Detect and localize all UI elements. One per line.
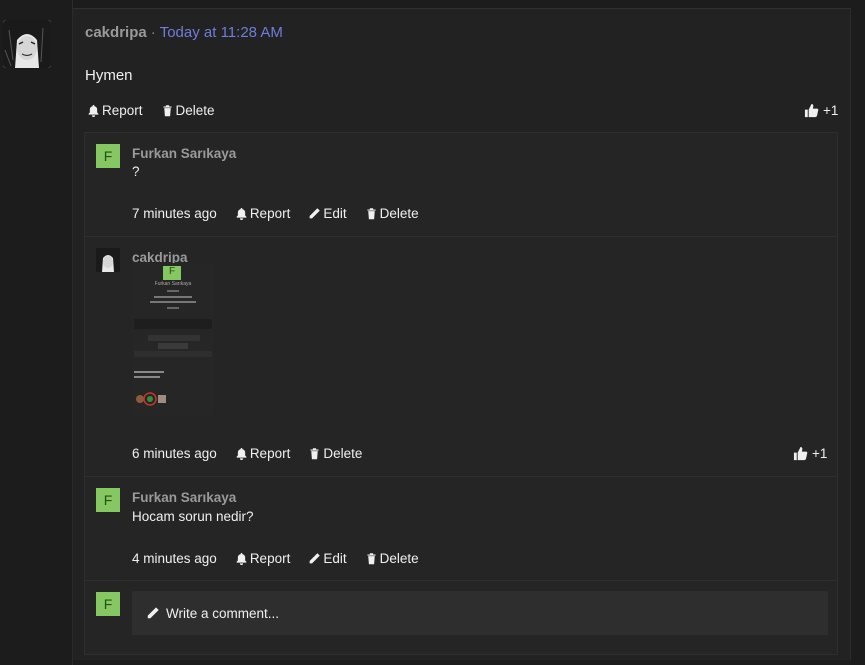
report-label: Report bbox=[249, 551, 291, 566]
post-delete-button[interactable]: Delete bbox=[161, 103, 215, 118]
comments-section: F Furkan Sarıkaya ? 7 minutes ago Report… bbox=[84, 132, 838, 655]
delete-label: Delete bbox=[379, 551, 419, 566]
post-text: Hymen bbox=[85, 67, 133, 84]
post-actions: Report Delete bbox=[87, 103, 215, 118]
comment-delete-button[interactable]: Delete bbox=[308, 446, 362, 461]
post-timestamp[interactable]: Today at 11:28 AM bbox=[160, 24, 283, 41]
trash-icon bbox=[367, 208, 376, 220]
comment-composer[interactable]: Write a comment... bbox=[132, 591, 828, 635]
comment-time[interactable]: 6 minutes ago bbox=[132, 446, 217, 461]
attachment-thumbnail[interactable]: F Furkan Sarıkaya bbox=[132, 263, 214, 415]
post-header: cakdripa · Today at 11:28 AM bbox=[85, 24, 283, 41]
pencil-icon bbox=[147, 607, 159, 619]
header-separator: · bbox=[150, 24, 156, 41]
bell-icon bbox=[88, 104, 99, 117]
post-like-button[interactable]: +1 bbox=[804, 103, 838, 118]
edit-label: Edit bbox=[323, 206, 347, 221]
comment-report-button[interactable]: Report bbox=[235, 551, 291, 566]
trash-icon bbox=[162, 105, 172, 117]
composer-avatar: F bbox=[96, 592, 120, 616]
comment-like-button[interactable]: +1 bbox=[793, 446, 827, 461]
thumbs-up-icon bbox=[793, 446, 808, 461]
post-author[interactable]: cakdripa bbox=[85, 24, 147, 41]
bell-icon bbox=[236, 207, 247, 220]
bell-icon bbox=[236, 447, 247, 460]
comment-author-avatar[interactable] bbox=[96, 248, 120, 272]
delete-label: Delete bbox=[175, 103, 215, 118]
report-label: Report bbox=[102, 103, 143, 118]
attachment-avatar-letter: F bbox=[168, 266, 176, 277]
post-report-button[interactable]: Report bbox=[87, 103, 143, 118]
comment-edit-button[interactable]: Edit bbox=[308, 206, 347, 221]
comment-author-avatar[interactable]: F bbox=[96, 144, 120, 168]
comment-time[interactable]: 4 minutes ago bbox=[132, 551, 217, 566]
comment-author[interactable]: Furkan Sarıkaya bbox=[132, 490, 236, 505]
comment-time[interactable]: 7 minutes ago bbox=[132, 206, 217, 221]
comment-actions: 4 minutes ago Report Edit Delete bbox=[132, 551, 419, 566]
trash-icon bbox=[367, 553, 376, 565]
post-like-count: +1 bbox=[823, 103, 839, 118]
composer-placeholder: Write a comment... bbox=[166, 605, 280, 621]
attachment-name: Furkan Sarıkaya bbox=[132, 281, 214, 287]
delete-label: Delete bbox=[323, 446, 363, 461]
comment-delete-button[interactable]: Delete bbox=[365, 206, 419, 221]
comment-author-avatar[interactable]: F bbox=[96, 488, 120, 512]
comment-author[interactable]: Furkan Sarıkaya bbox=[132, 146, 236, 161]
comment-item: F Furkan Sarıkaya Hocam sorun nedir? 4 m… bbox=[85, 477, 837, 581]
trash-icon bbox=[310, 448, 319, 460]
comment-report-button[interactable]: Report bbox=[235, 206, 291, 221]
thumbs-up-icon bbox=[804, 103, 819, 118]
edit-label: Edit bbox=[323, 551, 347, 566]
comment-edit-button[interactable]: Edit bbox=[308, 551, 347, 566]
report-label: Report bbox=[249, 206, 291, 221]
comment-report-button[interactable]: Report bbox=[235, 446, 291, 461]
report-label: Report bbox=[249, 446, 291, 461]
comment-text: Hocam sorun nedir? bbox=[132, 509, 254, 524]
comment-text: ? bbox=[132, 164, 140, 179]
comment-actions: 7 minutes ago Report Edit Delete bbox=[132, 206, 419, 221]
post-author-avatar[interactable] bbox=[3, 20, 51, 68]
bell-icon bbox=[236, 552, 247, 565]
comment-actions: 6 minutes ago Report Delete bbox=[132, 446, 362, 461]
comment-delete-button[interactable]: Delete bbox=[365, 551, 419, 566]
delete-label: Delete bbox=[379, 206, 419, 221]
pencil-icon bbox=[309, 553, 321, 564]
left-gutter bbox=[0, 0, 73, 665]
pencil-icon bbox=[309, 208, 321, 219]
comment-item: F Furkan Sarıkaya ? 7 minutes ago Report… bbox=[85, 133, 837, 237]
comment-item: cakdripa F Furkan Sarıkaya 6 minutes ago… bbox=[85, 237, 837, 477]
message-panel: cakdripa · Today at 11:28 AM Hymen Repor… bbox=[73, 8, 851, 660]
comment-like-count: +1 bbox=[812, 446, 828, 461]
